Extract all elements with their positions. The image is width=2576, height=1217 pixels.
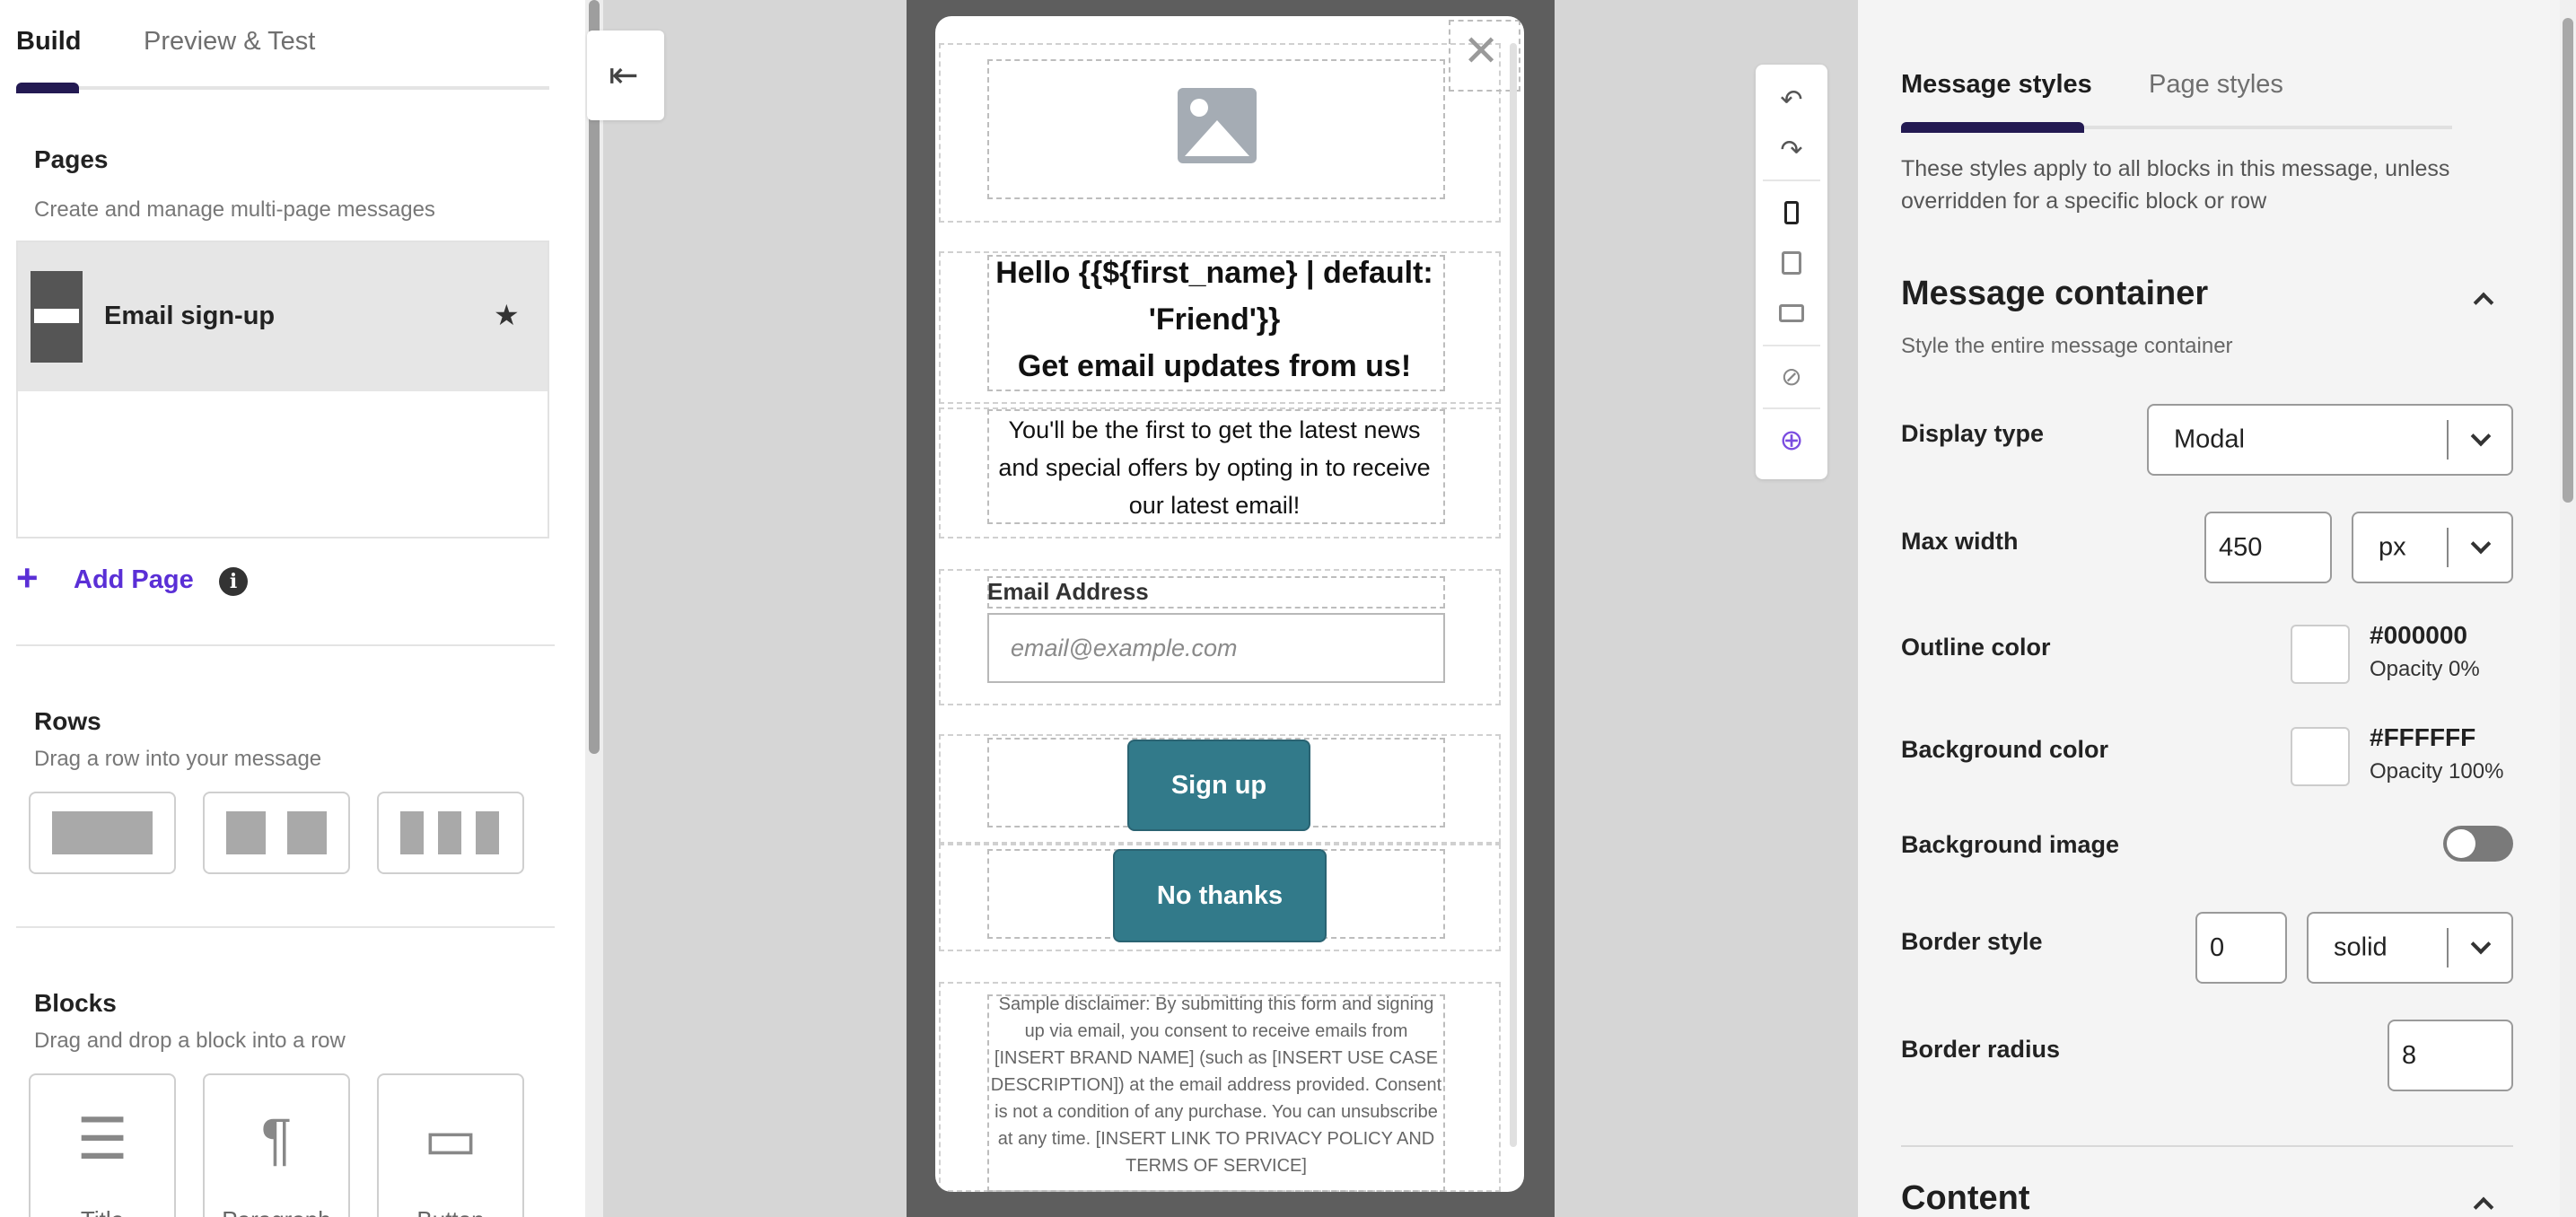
star-icon[interactable]: ★ [494, 298, 520, 332]
message-preview: ✕ Hello {{${first_name} | default: 'Frie… [935, 16, 1524, 1192]
tab-page-styles[interactable]: Page styles [2149, 70, 2283, 100]
pages-subtitle: Create and manage multi-page messages [34, 197, 435, 222]
left-panel: Build Preview & Test Pages Create and ma… [0, 0, 585, 1217]
add-page-label: Add Page [74, 565, 194, 594]
max-width-label: Max width [1901, 528, 2019, 555]
block-label: Title [31, 1206, 174, 1217]
background-color-swatch[interactable] [2291, 727, 2350, 786]
divider [16, 926, 555, 928]
max-width-unit-select[interactable]: px [2352, 512, 2513, 583]
blocks-subtitle: Drag and drop a block into a row [34, 1029, 346, 1053]
message-container-title: Message container [1901, 275, 2209, 312]
style-tabs: Message styles Page styles [1901, 70, 2452, 133]
email-input[interactable] [987, 613, 1445, 683]
sign-up-button[interactable]: Sign up [1127, 740, 1310, 831]
max-width-input[interactable]: 450 [2204, 512, 2332, 583]
disclaimer-text: Sample disclaimer: By submitting this fo… [990, 994, 1442, 1176]
outline-color-hex: #000000 [2370, 621, 2468, 649]
redo-icon[interactable]: ↷ [1756, 126, 1827, 176]
border-style-value: solid [2334, 932, 2388, 962]
plus-icon: + [16, 556, 39, 599]
left-scrollbar[interactable] [585, 0, 603, 1217]
pages-title: Pages [34, 145, 109, 173]
border-radius-input[interactable]: 8 [2388, 1020, 2513, 1091]
collapse-section-icon[interactable] [2470, 285, 2495, 311]
tab-preview-test[interactable]: Preview & Test [144, 27, 315, 57]
right-scrollbar[interactable] [2560, 0, 2576, 1217]
message-container-subtitle: Style the entire message container [1901, 334, 2233, 358]
headline-line: 'Friend'}} [1148, 302, 1281, 337]
background-image-label: Background image [1901, 831, 2120, 858]
add-circle-icon[interactable]: ⊕ [1756, 415, 1827, 465]
background-color-hex: #FFFFFF [2370, 723, 2476, 751]
mobile-icon[interactable] [1756, 187, 1827, 237]
title-icon: ☰ [76, 1107, 128, 1171]
desktop-icon[interactable] [1756, 287, 1827, 337]
tab-build[interactable]: Build [16, 27, 82, 57]
content-section-title: Content [1901, 1179, 2030, 1217]
page-thumbnail [31, 271, 83, 363]
right-panel: Message styles Page styles These styles … [1858, 0, 2560, 1217]
page-name: Email sign-up [104, 302, 276, 330]
block-label: Button [379, 1206, 522, 1217]
block-label: Paragraph [205, 1206, 348, 1217]
display-type-select[interactable]: Modal [2147, 404, 2513, 476]
rows-subtitle: Drag a row into your message [34, 747, 322, 771]
chevron-down-icon [2470, 425, 2492, 447]
divider [16, 644, 555, 646]
close-icon[interactable]: ✕ [1463, 31, 1499, 74]
no-thanks-button[interactable]: No thanks [1113, 849, 1327, 942]
collapse-panel-button[interactable]: ⇤ [587, 31, 664, 120]
email-label: Email Address [987, 578, 1149, 605]
display-type-value: Modal [2174, 425, 2245, 454]
info-icon[interactable]: i [219, 567, 248, 596]
border-width-input[interactable]: 0 [2195, 912, 2287, 984]
row-three-columns[interactable] [377, 792, 524, 874]
image-placeholder-icon [1178, 88, 1257, 163]
outline-color-swatch[interactable] [2291, 625, 2350, 684]
unit-value: px [2379, 532, 2406, 562]
outline-color-label: Outline color [1901, 634, 2051, 661]
row-two-columns[interactable] [203, 792, 350, 874]
border-radius-label: Border radius [1901, 1036, 2061, 1063]
block-button[interactable]: ▭ Button [377, 1073, 524, 1217]
background-image-toggle[interactable] [2443, 826, 2513, 862]
preview-scrollbar[interactable] [1510, 43, 1517, 1147]
background-color-opacity: Opacity 100% [2370, 759, 2504, 784]
background-color-label: Background color [1901, 736, 2109, 763]
hide-icon[interactable]: ⊘ [1756, 352, 1827, 402]
tablet-icon[interactable] [1756, 237, 1827, 287]
divider [1901, 1145, 2513, 1147]
chevron-down-icon [2470, 533, 2492, 555]
block-title[interactable]: ☰ Title [29, 1073, 176, 1217]
collapse-section-icon[interactable] [2470, 1190, 2495, 1215]
left-tabs: Build Preview & Test [16, 27, 549, 93]
headline-line: Hello {{${first_name} | default: [995, 256, 1433, 290]
rows-title: Rows [34, 707, 101, 735]
device-frame: ✕ Hello {{${first_name} | default: 'Frie… [907, 0, 1555, 1217]
tab-message-styles[interactable]: Message styles [1901, 70, 2092, 100]
headline-line: Get email updates from us! [1017, 349, 1412, 383]
chevron-down-icon [2470, 933, 2492, 955]
blocks-title: Blocks [34, 989, 117, 1017]
display-type-label: Display type [1901, 420, 2045, 447]
body-text: You'll be the first to get the latest ne… [998, 416, 1431, 519]
headline: Hello {{${first_name} | default: 'Friend… [986, 250, 1443, 390]
paragraph-icon: ¶ [260, 1107, 293, 1171]
collapse-panel-icon: ⇤ [609, 56, 639, 95]
styles-note: These styles apply to all blocks in this… [1901, 156, 2450, 214]
block-paragraph[interactable]: ¶ Paragraph [203, 1073, 350, 1217]
preview-toolbar: ↶ ↷ ⊘ ⊕ [1756, 65, 1827, 479]
outline-color-opacity: Opacity 0% [2370, 657, 2480, 681]
border-style-label: Border style [1901, 928, 2043, 955]
border-style-select[interactable]: solid [2307, 912, 2513, 984]
active-tab-indicator [1901, 122, 2084, 133]
row-one-column[interactable] [29, 792, 176, 874]
undo-icon[interactable]: ↶ [1756, 75, 1827, 126]
page-item-email-sign-up[interactable]: Email sign-up ★ [18, 242, 548, 391]
page-list: Email sign-up ★ [16, 241, 549, 538]
button-icon: ▭ [423, 1107, 478, 1171]
active-tab-indicator [16, 83, 79, 93]
